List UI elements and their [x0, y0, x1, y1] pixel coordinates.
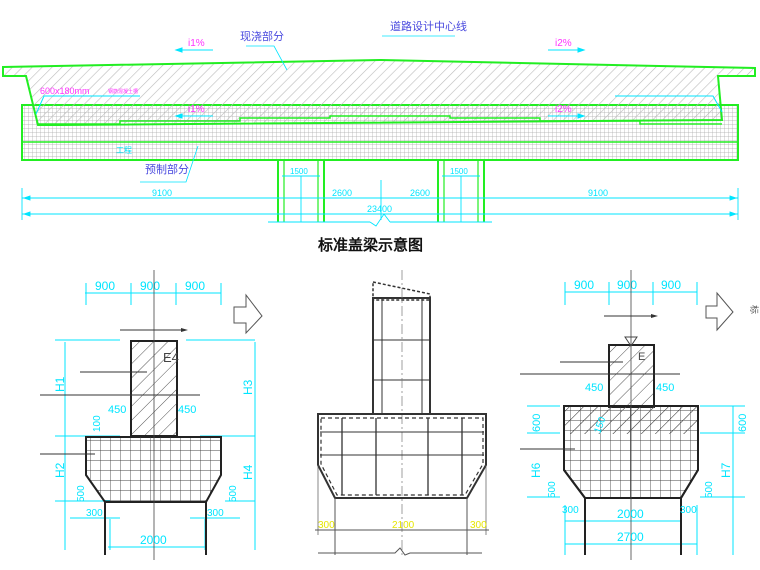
drawing-title: 标准盖梁示意图 [317, 236, 423, 254]
right-cap-right: 600 [737, 414, 749, 432]
left-shoulder-right: 450 [178, 404, 196, 416]
small-label: 工程 [116, 146, 132, 155]
cap-beam-drawing: i1% i2% i1% i2% 现浇部分 道路设计中心线 600x180mm 钢… [2, 19, 760, 560]
right-h6: H6 [529, 462, 543, 478]
dim-total: 23400 [367, 204, 392, 214]
groove-label: 600x180mm [40, 86, 90, 96]
right-column [608, 344, 655, 408]
right-chamfer-left: 500 [547, 481, 558, 498]
right-total-width: 2700 [617, 530, 644, 544]
left-offset-right: 300 [207, 508, 224, 519]
left-top-dim-2: 900 [140, 279, 160, 293]
middle-view: 300 2100 300 [315, 270, 489, 556]
right-shoulder-left: 450 [585, 382, 603, 394]
label-centerline: 道路设计中心线 [390, 19, 467, 33]
right-base-width: 2000 [617, 507, 644, 521]
left-offset-left: 300 [86, 508, 103, 519]
right-shoulder-right: 450 [656, 382, 674, 394]
right-offset-left: 300 [562, 505, 579, 516]
dim-center-left: 2600 [332, 188, 352, 198]
top-section: i1% i2% i1% i2% 现浇部分 道路设计中心线 600x180mm 钢… [2, 19, 756, 227]
left-chamfer-right: 500 [228, 485, 239, 502]
right-chamfer-right: 500 [704, 481, 715, 498]
left-view: 900 900 900 E4 H1 H2 H3 H4 450 450 100 5… [40, 270, 263, 560]
left-shoulder-left: 450 [108, 404, 126, 416]
top-dimension-lines [21, 175, 739, 227]
right-top-dim-3: 900 [661, 278, 681, 292]
right-top-dim-1: 900 [574, 278, 594, 292]
slope-right-top: i2% [555, 38, 572, 49]
left-tag: E4 [163, 350, 179, 365]
dim-left-span: 9100 [152, 188, 172, 198]
middle-dim-right: 300 [470, 520, 487, 531]
left-chamfer-left: 500 [76, 485, 87, 502]
right-top-dim-2: 900 [617, 278, 637, 292]
label-precast: 预制部分 [145, 162, 189, 176]
left-direction-arrow-icon [233, 293, 263, 335]
right-h7: H7 [719, 462, 733, 478]
left-notch: 100 [92, 415, 103, 432]
slope-right-bottom: i2% [555, 104, 572, 115]
dim-pier-right: 1500 [450, 167, 468, 176]
slope-left-top: i1% [188, 38, 205, 49]
right-tag: E [638, 351, 645, 363]
middle-dim-center: 2100 [392, 520, 415, 531]
right-cap-left: 600 [531, 414, 543, 432]
left-cap-body [85, 435, 222, 503]
right-side-char: 标 [749, 305, 760, 314]
left-h2: H2 [53, 462, 67, 478]
left-h4: H4 [241, 464, 255, 480]
left-h1: H1 [53, 376, 67, 392]
left-top-dim-1: 900 [95, 279, 115, 293]
left-top-dim-3: 900 [185, 279, 205, 293]
groove-note: 钢筋混凝土槽 [108, 88, 138, 95]
middle-dim-left: 300 [318, 520, 335, 531]
dim-pier-left: 1500 [290, 167, 308, 176]
dim-right-span: 9100 [588, 188, 608, 198]
dim-center-right: 2600 [410, 188, 430, 198]
slope-left-bottom: i1% [188, 104, 205, 115]
left-h3: H3 [241, 379, 255, 395]
right-direction-arrow-icon [705, 291, 734, 332]
right-offset-right: 300 [680, 505, 697, 516]
right-view: 900 900 900 E 450 450 600 600 150 H6 H7 … [520, 270, 760, 560]
label-cast-in-place: 现浇部分 [240, 29, 284, 43]
left-base-width: 2000 [140, 533, 167, 547]
